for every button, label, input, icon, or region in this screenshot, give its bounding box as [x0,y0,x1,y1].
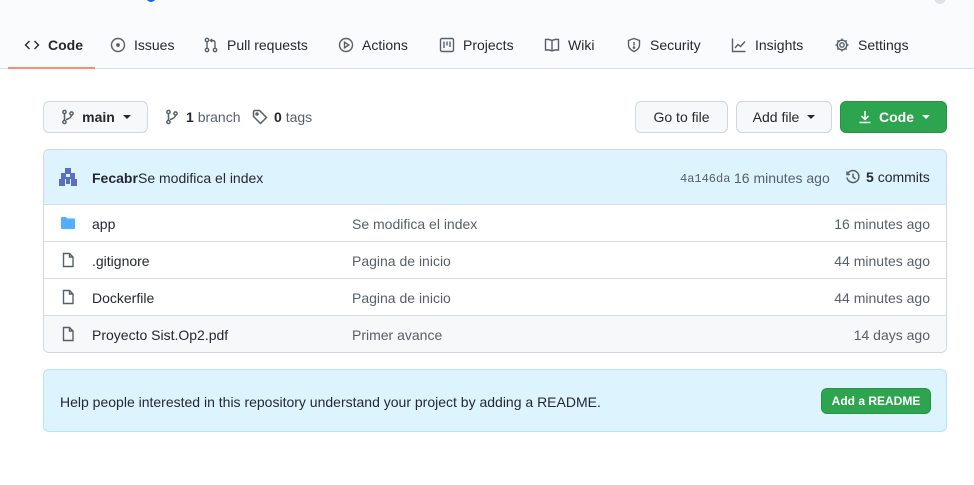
history-icon [846,169,860,184]
file-time: 44 minutes ago [834,290,930,306]
chevron-down-icon [122,115,131,119]
file-icon [62,289,74,305]
tab-pull-requests[interactable]: Pull requests [203,20,308,69]
shield-icon [627,37,641,52]
project-icon [439,37,455,52]
code-dropdown-button[interactable]: Code [840,101,947,133]
branch-count-link[interactable]: 1 branch [164,101,241,133]
commit-author[interactable]: Fecabr [92,170,138,186]
tag-icon [252,109,268,125]
file-commit-message[interactable]: Primer avance [352,327,442,343]
file-time: 16 minutes ago [834,216,930,232]
tag-count: 0 [274,109,282,125]
commit-message[interactable]: Se modifica el index [138,170,263,186]
list-item[interactable]: Proyecto Sist.Op2.pdf Primer avance 14 d… [44,315,946,352]
file-name[interactable]: app [92,216,115,232]
commits-word: commits [877,169,930,185]
list-item[interactable]: app Se modifica el index 16 minutes ago [44,204,946,241]
tab-code[interactable]: Code [24,20,83,69]
download-icon [859,111,871,124]
chevron-down-icon [807,115,816,119]
file-icon [62,252,74,268]
tab-actions[interactable]: Actions [338,20,408,69]
list-item[interactable]: Dockerfile Pagina de inicio 44 minutes a… [44,278,946,315]
file-time: 14 days ago [853,327,930,343]
file-icon [62,326,74,342]
book-icon [544,38,560,52]
list-item[interactable]: .gitignore Pagina de inicio 44 minutes a… [44,241,946,278]
code-button-label: Code [879,109,914,125]
tab-projects-label: Projects [463,36,514,53]
tag-count-link[interactable]: 0 tags [252,101,312,133]
tab-settings-label: Settings [858,36,909,53]
commit-time: 16 minutes ago [734,170,830,186]
branch-count: 1 [186,109,194,125]
readme-banner: Help people interested in this repositor… [43,369,947,432]
add-readme-button[interactable]: Add a README [821,388,931,414]
active-tab-indicator [8,67,95,69]
file-commit-message[interactable]: Pagina de inicio [352,290,451,306]
tab-wiki[interactable]: Wiki [544,20,594,69]
tab-insights[interactable]: Insights [731,20,803,69]
tab-wiki-label: Wiki [568,36,595,53]
file-name[interactable]: .gitignore [92,253,150,269]
tag-word: tags [285,109,313,125]
add-file-button[interactable]: Add file [736,101,832,133]
commits-history-link[interactable]: 5 commits [845,169,930,185]
branch-icon [166,109,178,125]
go-to-file-label: Go to file [653,109,710,125]
tab-code-label: Code [48,36,83,53]
go-to-file-button[interactable]: Go to file [635,101,728,133]
latest-commit-bar: Fecabr Se modifica el index 4a146da 16 m… [44,150,946,205]
commit-sha[interactable]: 4a146da [680,172,730,186]
chevron-down-icon [922,115,930,119]
top-strip [0,0,974,20]
file-listing: Fecabr Se modifica el index 4a146da 16 m… [43,149,947,353]
file-time: 44 minutes ago [834,253,930,269]
readme-prompt-text: Help people interested in this repositor… [60,394,601,410]
graph-icon [731,38,746,52]
tab-insights-label: Insights [755,36,804,53]
tab-security-label: Security [650,36,701,53]
tab-issues[interactable]: Issues [110,20,174,69]
folder-icon [61,217,75,229]
tab-pull-requests-label: Pull requests [227,36,308,53]
repo-nav-tabs: Code Issues Pull requests Actions Projec… [0,20,974,69]
tab-actions-label: Actions [362,36,408,53]
avatar[interactable] [58,167,78,187]
pull-request-icon [204,37,218,52]
tab-issues-label: Issues [134,36,175,53]
play-icon [338,37,354,52]
branch-select-button[interactable]: main [43,101,148,133]
add-file-label: Add file [752,109,800,125]
code-icon [24,40,40,49]
tab-security[interactable]: Security [626,20,701,69]
gear-icon [835,38,849,51]
file-commit-message[interactable]: Pagina de inicio [352,253,451,269]
file-name[interactable]: Dockerfile [92,290,154,306]
branch-icon [62,109,75,125]
file-name[interactable]: Proyecto Sist.Op2.pdf [92,327,228,343]
issue-icon [110,37,126,52]
commits-count: 5 [866,169,874,185]
tab-projects[interactable]: Projects [439,20,514,69]
tab-settings[interactable]: Settings [834,20,909,69]
branch-name: main [82,109,115,125]
file-commit-message[interactable]: Se modifica el index [352,216,477,232]
branch-word: branch [197,109,241,125]
